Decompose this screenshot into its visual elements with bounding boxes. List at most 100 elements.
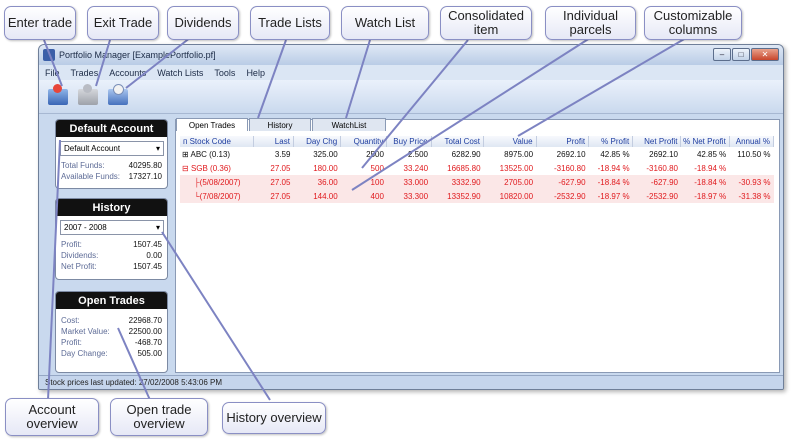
open-trades-row: Day Change: 505.00 [56,348,167,359]
column-header[interactable]: % Net Profit [680,136,730,147]
column-header[interactable]: Total Cost [431,136,485,147]
menu-trades[interactable]: Trades [71,68,99,78]
open-trades-row-label: Day Change: [61,349,108,358]
table-cell: -18.84 % [588,175,633,189]
table-cell: 13352.90 [431,189,484,203]
history-row-value: 0.00 [146,251,162,260]
table-cell: 100 [340,175,387,189]
open-trades-row: Profit: -468.70 [56,337,167,348]
history-period-value: 2007 - 2008 [64,223,107,232]
table-header-row: ᴨ Stock Code Last Day Chg Quantity Buy P… [180,136,775,147]
table-cell: 325.00 [313,149,338,159]
account-row: Available Funds: 17327.10 [56,171,167,182]
table-cell: -18.84 % [680,175,730,189]
table-cell: 42.85 % [600,149,630,159]
menu-file[interactable]: File [45,68,60,78]
column-header[interactable]: Value [483,136,537,147]
table-cell: 144.00 [293,189,341,203]
column-header[interactable]: Buy Price [386,136,432,147]
account-row-value: 40295.80 [128,161,162,170]
parcel-date-cell: ├(5/08/2007) [180,175,254,189]
history-row-label: Net Profit: [61,262,97,271]
exit-trade-button[interactable] [75,83,101,109]
column-header[interactable]: Annual % [729,136,775,147]
table-cell: 10820.00 [483,189,537,203]
table-cell: 33.300 [386,189,432,203]
tab-open-trades[interactable]: Open Trades [176,118,248,131]
chevron-down-icon: ▾ [155,144,160,153]
column-header[interactable]: Last [253,136,294,147]
status-bar: Stock prices last updated: 27/02/2008 5:… [39,375,783,389]
column-header[interactable]: Net Profit [632,136,682,147]
open-trades-header: Open Trades [56,292,167,309]
table-row[interactable]: ├(5/08/2007) 27.05 36.00 100 33.000 3332… [180,175,774,189]
table-cell: 180.00 [313,163,338,173]
callout-individual-parcels: Individual parcels [545,6,636,40]
collapse-icon[interactable]: ⊟ [182,164,189,173]
callout-open-trade-overview: Open trade overview [110,398,208,436]
expand-icon[interactable]: ⊞ [182,150,189,159]
maximize-button[interactable]: □ [732,48,750,61]
account-select[interactable]: Default Account ▾ [60,141,164,156]
table-cell: 2692.10 [556,149,586,159]
column-header[interactable]: Profit [536,136,590,147]
history-header: History [56,199,167,216]
callout-watch-list: Watch List [341,6,429,40]
table-cell: 2500 [366,149,384,159]
callout-dividends: Dividends [167,6,239,40]
tab-history[interactable]: History [249,118,311,131]
table-cell: 36.00 [293,175,341,189]
table-cell: -18.94 % [694,163,727,173]
history-row-label: Dividends: [61,251,99,260]
table-cell: -2532.90 [632,189,681,203]
dividends-button[interactable] [105,83,131,109]
close-button[interactable]: ✕ [751,48,779,61]
menu-accounts[interactable]: Accounts [109,68,146,78]
table-row[interactable]: └(7/08/2007) 27.05 144.00 400 33.300 133… [180,189,774,203]
default-account-panel: Default Account Default Account ▾ Total … [55,119,168,189]
table-cell: 6282.90 [451,149,481,159]
default-account-header: Default Account [56,120,167,137]
open-trades-row: Market Value: 22500.00 [56,326,167,337]
app-icon [43,49,55,61]
history-row: Dividends: 0.00 [56,250,167,261]
callout-history-overview: History overview [222,402,326,434]
menu-help[interactable]: Help [246,68,265,78]
exit-trade-icon [78,83,98,105]
table-cell: -30.93 % [729,175,774,189]
trades-table: ᴨ Stock Code Last Day Chg Quantity Buy P… [180,136,775,203]
callout-exit-trade: Exit Trade [87,6,159,40]
table-cell: -2532.90 [536,189,589,203]
table-cell: 42.85 % [696,149,727,159]
history-period-select[interactable]: 2007 - 2008 ▾ [60,220,164,235]
table-row[interactable]: ⊟ SGB (0.36) 27.05 180.00 500 33.240 166… [180,161,774,175]
history-row-value: 1507.45 [133,240,162,249]
table-cell: 33.000 [386,175,432,189]
tab-watchlist[interactable]: WatchList [312,118,386,131]
enter-trade-button[interactable] [45,83,71,109]
callout-customizable-columns: Customizable columns [644,6,742,40]
column-header[interactable]: Quantity [340,136,388,147]
table-cell: 500 [370,163,384,173]
column-header[interactable]: ᴨ Stock Code [180,136,255,147]
title-bar: Portfolio Manager [ExamplePortfolio.pf] … [39,45,783,65]
table-cell: -31.38 % [729,189,774,203]
minimize-button[interactable]: – [713,48,731,61]
table-cell: 2705.00 [483,175,537,189]
table-cell: 110.50 % [737,149,771,159]
callout-trade-lists: Trade Lists [250,6,330,40]
table-row[interactable]: ⊞ ABC (0.13) 3.59 325.00 2500 2.500 6282… [180,147,774,161]
table-cell: 27.05 [253,175,294,189]
history-row: Profit: 1507.45 [56,239,167,250]
toolbar [39,80,783,114]
menu-tools[interactable]: Tools [214,68,235,78]
column-header[interactable]: % Profit [588,136,634,147]
table-cell: -18.97 % [680,189,730,203]
chevron-down-icon: ▾ [155,223,160,232]
table-cell: 2692.10 [649,149,678,159]
app-window: Portfolio Manager [ExamplePortfolio.pf] … [38,44,784,390]
column-header[interactable]: Day Chg [293,136,342,147]
account-select-value: Default Account [64,144,121,153]
menu-watch-lists[interactable]: Watch Lists [157,68,203,78]
callout-consolidated-item: Consolidated item [440,6,532,40]
